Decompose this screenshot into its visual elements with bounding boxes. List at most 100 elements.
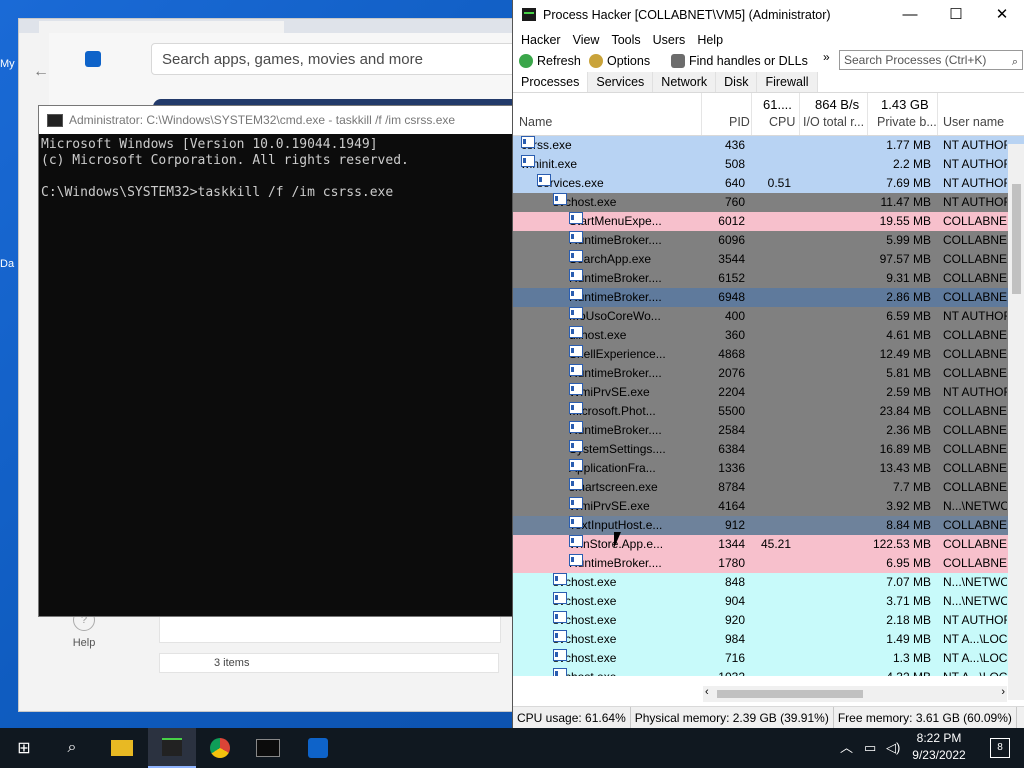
column-divider[interactable] [867, 93, 868, 135]
col-cpu[interactable]: CPU [769, 115, 795, 129]
cmd-icon[interactable] [244, 728, 292, 768]
process-row[interactable]: svchost.exe 904 3.71 MB N...\NETWO [513, 592, 1024, 611]
chevron-up-icon[interactable]: ︿ [840, 728, 853, 768]
windows-start-icon[interactable]: ⊞ [0, 728, 48, 768]
store-icon[interactable] [294, 728, 342, 768]
process-row[interactable]: ⌄svchost.exe76011.47 MBNT AUTHOR [513, 193, 1024, 212]
desktop-icon-label[interactable]: My [0, 58, 15, 70]
process-user: NT AUTHOR [943, 138, 1007, 152]
vertical-scrollbar[interactable] [1008, 144, 1024, 700]
chrome-icon[interactable] [196, 728, 244, 768]
process-pid: 920 [724, 613, 745, 627]
process-row[interactable]: TextInputHost.e...9128.84 MBCOLLABNET [513, 516, 1024, 535]
process-row[interactable]: RuntimeBroker....61529.31 MBCOLLABNET [513, 269, 1024, 288]
volume-icon[interactable]: ◁) [886, 728, 900, 768]
process-row[interactable]: RuntimeBroker....69482.86 MBCOLLABNET [513, 288, 1024, 307]
process-private-bytes: 122.53 MB [872, 537, 931, 551]
process-hacker-icon[interactable] [148, 728, 196, 768]
search-icon[interactable]: ⌕ [48, 728, 96, 768]
process-pid: 5500 [718, 404, 745, 418]
col-name[interactable]: Name [519, 115, 552, 129]
col-private[interactable]: Private b... [877, 115, 937, 129]
menu-help[interactable]: Help [691, 30, 729, 50]
process-row[interactable]: svchost.exe 716 1.3 MB NT A...\LOC [513, 649, 1024, 668]
refresh-label: Refresh [537, 54, 581, 68]
scroll-right-icon[interactable]: › [1001, 686, 1005, 698]
process-search-input[interactable]: Search Processes (Ctrl+K) ⌕ [839, 50, 1023, 70]
col-user[interactable]: User name [943, 115, 1004, 129]
menu-hacker[interactable]: Hacker [515, 30, 567, 50]
process-name-cell[interactable]: ⌄services.exe [513, 174, 723, 193]
menu-users[interactable]: Users [647, 30, 692, 50]
refresh-icon [519, 54, 533, 68]
column-divider[interactable] [937, 93, 938, 135]
clock[interactable]: 8:22 PM 9/23/2022 [906, 730, 972, 764]
process-row[interactable]: Microsoft.Phot...550023.84 MBCOLLABNET [513, 402, 1024, 421]
tab-network[interactable]: Network [653, 72, 717, 92]
process-row[interactable]: RuntimeBroker....25842.36 MBCOLLABNET [513, 421, 1024, 440]
process-row[interactable]: svchost.exe 848 7.07 MB N...\NETWO [513, 573, 1024, 592]
menu-tools[interactable]: Tools [605, 30, 646, 50]
column-divider[interactable] [701, 93, 702, 135]
process-row[interactable]: WmiPrvSE.exe 2204 2.59 MB NT AUTHOR [513, 383, 1024, 402]
tab-disk[interactable]: Disk [716, 72, 758, 92]
process-pid: 8784 [718, 480, 745, 494]
process-row[interactable]: SystemSettings.... 6384 16.89 MB COLLABNET [513, 440, 1024, 459]
taskbar: ⊞ ⌕ ︿ ▭ ◁) 8:22 PM 9/23/2022 8 [0, 728, 1024, 768]
process-row[interactable]: smartscreen.exe87847.7 MBCOLLABNET [513, 478, 1024, 497]
column-divider[interactable] [799, 93, 800, 135]
scroll-thumb[interactable] [717, 690, 863, 698]
file-explorer-icon[interactable] [98, 728, 146, 768]
tab-services[interactable]: Services [588, 72, 654, 92]
cmd-output[interactable]: Microsoft Windows [Version 10.0.19044.19… [39, 134, 515, 204]
process-name-cell[interactable]: ⌄wininit.exe [513, 155, 707, 174]
scroll-thumb[interactable] [1012, 184, 1021, 294]
process-name-cell[interactable]: csrss.exe [513, 136, 707, 155]
help-button[interactable]: ? Help [49, 609, 119, 667]
scroll-left-icon[interactable]: ‹ [705, 686, 709, 698]
column-divider[interactable] [751, 93, 752, 135]
minimize-icon[interactable]: — [887, 0, 933, 30]
find-handles-button[interactable]: Find handles or DLLs [671, 52, 808, 70]
ph-title-bar[interactable]: Process Hacker [COLLABNET\VM5] (Administ… [513, 0, 1024, 30]
store-search-input[interactable]: Search apps, games, movies and more [151, 43, 531, 75]
options-button[interactable]: Options [589, 52, 650, 70]
process-row[interactable]: ⌄services.exe640 0.51 7.69 MB NT AUTHOR [513, 174, 1024, 193]
process-row[interactable]: WinStore.App.e... 1344 45.21 122.53 MB COLLA… [513, 535, 1024, 554]
process-list[interactable]: csrss.exe4361.77 MBNT AUTHOR⌄wininit.exe… [513, 136, 1024, 676]
process-private-bytes: 3.92 MB [886, 499, 931, 513]
toolbar-overflow-icon[interactable]: » [823, 50, 830, 64]
process-row[interactable]: RuntimeBroker....60965.99 MBCOLLABNET [513, 231, 1024, 250]
desktop-icon-label[interactable]: Da [0, 258, 14, 270]
process-row[interactable]: MoUsoCoreWo... 400 6.59 MB NT AUTHOR [513, 307, 1024, 326]
process-row[interactable]: svchost.exe10324.32 MBNT A...\LOC [513, 668, 1024, 676]
process-row[interactable]: RuntimeBroker....17806.95 MBCOLLABNET [513, 554, 1024, 573]
tab-firewall[interactable]: Firewall [757, 72, 818, 92]
process-row[interactable]: ⌄wininit.exe 508 2.2 MB NT AUTHOR [513, 155, 1024, 174]
horizontal-scrollbar[interactable]: ‹ › [703, 686, 1007, 702]
cmd-title-bar[interactable]: Administrator: C:\Windows\SYSTEM32\cmd.e… [39, 106, 515, 134]
process-row[interactable]: ApplicationFra...133613.43 MBCOLLABNET [513, 459, 1024, 478]
arrow-left-icon[interactable]: ← [33, 63, 49, 81]
refresh-button[interactable]: Refresh [519, 52, 581, 70]
process-row[interactable]: svchost.exe 984 1.49 MB NT A...\LOC [513, 630, 1024, 649]
process-pid: 912 [724, 518, 745, 532]
close-icon[interactable]: ✕ [979, 0, 1024, 30]
process-row[interactable]: svchost.exe 920 2.18 MB NT AUTHOR [513, 611, 1024, 630]
process-row[interactable]: ShellExperience... 4868 12.49 MB COLLABNET [513, 345, 1024, 364]
maximize-icon[interactable]: ☐ [933, 0, 979, 30]
tab-processes[interactable]: Processes [513, 72, 589, 92]
col-pid[interactable]: PID [729, 115, 750, 129]
process-row[interactable]: RuntimeBroker....20765.81 MBCOLLABNET [513, 364, 1024, 383]
menu-view[interactable]: View [567, 30, 606, 50]
col-io[interactable]: I/O total r... [803, 115, 864, 129]
process-icon [569, 250, 583, 262]
process-row[interactable]: WmiPrvSE.exe 4164 3.92 MB N...\NETWO [513, 497, 1024, 516]
process-row[interactable]: StartMenuExpe...601219.55 MBCOLLABNET [513, 212, 1024, 231]
process-user: COLLABNET [943, 328, 1007, 342]
notification-icon[interactable]: 8 [990, 738, 1010, 758]
process-row[interactable]: SearchApp.exe354497.57 MBCOLLABNET [513, 250, 1024, 269]
process-row[interactable]: csrss.exe 436 1.77 MB NT AUTHOR [513, 136, 1024, 155]
process-row[interactable]: dllhost.exe3604.61 MBCOLLABNET [513, 326, 1024, 345]
network-icon[interactable]: ▭ [864, 728, 876, 768]
